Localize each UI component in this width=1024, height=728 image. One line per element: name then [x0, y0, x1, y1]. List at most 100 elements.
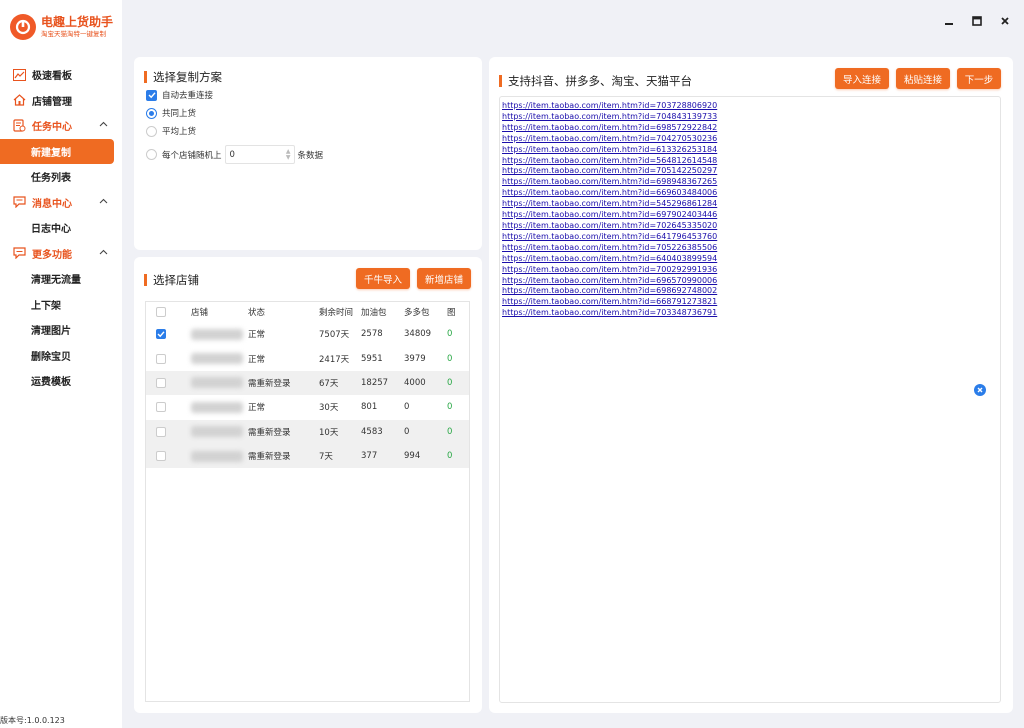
- link-item[interactable]: https://item.taobao.com/item.htm?id=7052…: [502, 243, 998, 254]
- row-checkbox[interactable]: [156, 426, 166, 437]
- table-row[interactable]: 需重新登录 7天 377 994 0: [146, 443, 469, 469]
- link-item[interactable]: https://item.taobao.com/item.htm?id=6696…: [502, 188, 998, 199]
- table-row[interactable]: 正常 7507天 2578 34809 0: [146, 322, 469, 346]
- remaining-cell: 7507天: [319, 330, 350, 341]
- app-title: 电趣上货助手: [41, 15, 114, 29]
- link-item[interactable]: https://item.taobao.com/item.htm?id=5648…: [502, 156, 998, 167]
- sidebar-item-delete-items[interactable]: 删除宝贝: [0, 343, 122, 369]
- shop-name-redacted: [191, 401, 243, 413]
- fuel-cell: 801: [361, 402, 378, 413]
- clear-icon[interactable]: [974, 384, 986, 396]
- checkbox-checked-icon: [146, 89, 157, 101]
- link-item[interactable]: https://item.taobao.com/item.htm?id=6965…: [502, 276, 998, 287]
- duoduo-cell: 0: [404, 402, 410, 413]
- sidebar-item-shop-management[interactable]: 店铺管理: [0, 88, 122, 114]
- links-panel: 支持抖音、拼多多、淘宝、天猫平台 导入连接 粘贴连接 下一步 https://i…: [489, 57, 1013, 713]
- duoduo-cell: 4000: [404, 377, 426, 388]
- table-row[interactable]: 需重新登录 10天 4583 0 0: [146, 419, 469, 444]
- panel-title: 支持抖音、拼多多、淘宝、天猫平台: [499, 73, 692, 89]
- status-cell: 正常: [248, 330, 266, 341]
- dedupe-checkbox[interactable]: 自动去重连接: [146, 89, 213, 101]
- next-step-button[interactable]: 下一步: [957, 68, 1001, 89]
- spinner-icon[interactable]: ▲ ▼: [286, 148, 294, 161]
- logo-icon: [10, 14, 36, 40]
- table-row[interactable]: 正常 2417天 5951 3979 0: [146, 346, 469, 370]
- link-item[interactable]: https://item.taobao.com/item.htm?id=5452…: [502, 199, 998, 210]
- link-item[interactable]: https://item.taobao.com/item.htm?id=7037…: [502, 101, 998, 112]
- link-item[interactable]: https://item.taobao.com/item.htm?id=7026…: [502, 221, 998, 232]
- row-checkbox[interactable]: [156, 402, 166, 413]
- radio-icon: [146, 125, 157, 137]
- row-checkbox[interactable]: [156, 353, 166, 364]
- sidebar-item-task-center[interactable]: 任务中心: [0, 113, 122, 139]
- shop-name-redacted: [191, 450, 243, 462]
- row-checkbox[interactable]: [156, 329, 166, 340]
- shop-name-redacted: [191, 353, 243, 365]
- link-item[interactable]: https://item.taobao.com/item.htm?id=6979…: [502, 210, 998, 221]
- sidebar-item-list-delist[interactable]: 上下架: [0, 292, 122, 318]
- link-item[interactable]: https://item.taobao.com/item.htm?id=6985…: [502, 123, 998, 134]
- minimize-icon: [945, 23, 953, 25]
- add-shop-button[interactable]: 新增店铺: [417, 268, 471, 289]
- sidebar-item-new-copy[interactable]: 新建复制: [0, 138, 114, 164]
- select-all-checkbox[interactable]: [156, 307, 166, 317]
- version-label: 版本号:1.0.0.123: [0, 716, 65, 725]
- import-links-button[interactable]: 导入连接: [835, 68, 889, 89]
- minimize-button[interactable]: [942, 14, 956, 28]
- close-icon: [1001, 17, 1009, 25]
- sidebar: 电趣上货助手 淘宝天猫淘特一键复制 极速看板 店铺管理 任务中心 新建复制 任务…: [0, 0, 122, 728]
- close-button[interactable]: [998, 14, 1012, 28]
- chevron-up-icon: [99, 198, 108, 203]
- chart-icon: [12, 68, 26, 82]
- radio-icon: [146, 149, 157, 160]
- status-cell: 需重新登录: [248, 427, 291, 438]
- fuel-cell: 18257: [361, 377, 389, 388]
- panel-title: 选择复制方案: [144, 69, 222, 85]
- duoduo-cell: 994: [404, 451, 421, 462]
- row-checkbox[interactable]: [156, 377, 166, 388]
- shared-radio[interactable]: 共同上货: [146, 107, 196, 119]
- paste-links-button[interactable]: 粘贴连接: [896, 68, 950, 89]
- maximize-button[interactable]: [970, 14, 984, 28]
- link-item[interactable]: https://item.taobao.com/item.htm?id=7002…: [502, 265, 998, 276]
- message-icon: [12, 195, 26, 209]
- duoduo-cell: 0: [404, 426, 410, 437]
- links-textarea[interactable]: https://item.taobao.com/item.htm?id=7037…: [499, 96, 1001, 703]
- extra-cell: 0: [447, 377, 453, 388]
- link-item[interactable]: https://item.taobao.com/item.htm?id=7042…: [502, 134, 998, 145]
- sidebar-item-shipping-template[interactable]: 运费模板: [0, 368, 122, 394]
- duoduo-cell: 3979: [404, 353, 426, 364]
- link-item[interactable]: https://item.taobao.com/item.htm?id=6989…: [502, 177, 998, 188]
- sidebar-item-log-center[interactable]: 日志中心: [0, 215, 122, 241]
- row-checkbox[interactable]: [156, 451, 166, 462]
- link-item[interactable]: https://item.taobao.com/item.htm?id=6404…: [502, 254, 998, 265]
- remaining-cell: 10天: [319, 427, 339, 438]
- average-radio[interactable]: 平均上货: [146, 125, 196, 137]
- table-row[interactable]: 需重新登录 67天 18257 4000 0: [146, 370, 469, 396]
- shop-name-redacted: [191, 328, 243, 340]
- window-controls: [942, 14, 1012, 28]
- sidebar-item-clean-images[interactable]: 清理图片: [0, 317, 122, 343]
- status-cell: 需重新登录: [248, 378, 291, 389]
- link-item[interactable]: https://item.taobao.com/item.htm?id=6133…: [502, 145, 998, 156]
- link-item[interactable]: https://item.taobao.com/item.htm?id=6417…: [502, 232, 998, 243]
- table-header: 店铺 状态 剩余时间 加油包 多多包 图: [146, 302, 469, 322]
- random-radio[interactable]: 每个店铺随机上 0 ▲ ▼ 条数据: [146, 145, 323, 164]
- duoduo-cell: 34809: [404, 329, 432, 340]
- table-row[interactable]: 正常 30天 801 0 0: [146, 395, 469, 419]
- link-item[interactable]: https://item.taobao.com/item.htm?id=6986…: [502, 286, 998, 297]
- sidebar-item-task-list[interactable]: 任务列表: [0, 164, 122, 190]
- link-item[interactable]: https://item.taobao.com/item.htm?id=7051…: [502, 166, 998, 177]
- link-item[interactable]: https://item.taobao.com/item.htm?id=7033…: [502, 308, 998, 319]
- sidebar-item-clean-no-traffic[interactable]: 清理无流量: [0, 266, 122, 292]
- status-cell: 正常: [248, 403, 266, 414]
- sidebar-item-message-center[interactable]: 消息中心: [0, 190, 122, 216]
- sidebar-item-dashboard[interactable]: 极速看板: [0, 62, 122, 88]
- link-list: https://item.taobao.com/item.htm?id=7037…: [502, 101, 998, 319]
- qianniu-import-button[interactable]: 千牛导入: [356, 268, 410, 289]
- link-item[interactable]: https://item.taobao.com/item.htm?id=7048…: [502, 112, 998, 123]
- random-count-input[interactable]: 0 ▲ ▼: [224, 145, 295, 164]
- link-item[interactable]: https://item.taobao.com/item.htm?id=6687…: [502, 297, 998, 308]
- extra-cell: 0: [447, 329, 453, 340]
- sidebar-item-more-features[interactable]: 更多功能: [0, 241, 122, 267]
